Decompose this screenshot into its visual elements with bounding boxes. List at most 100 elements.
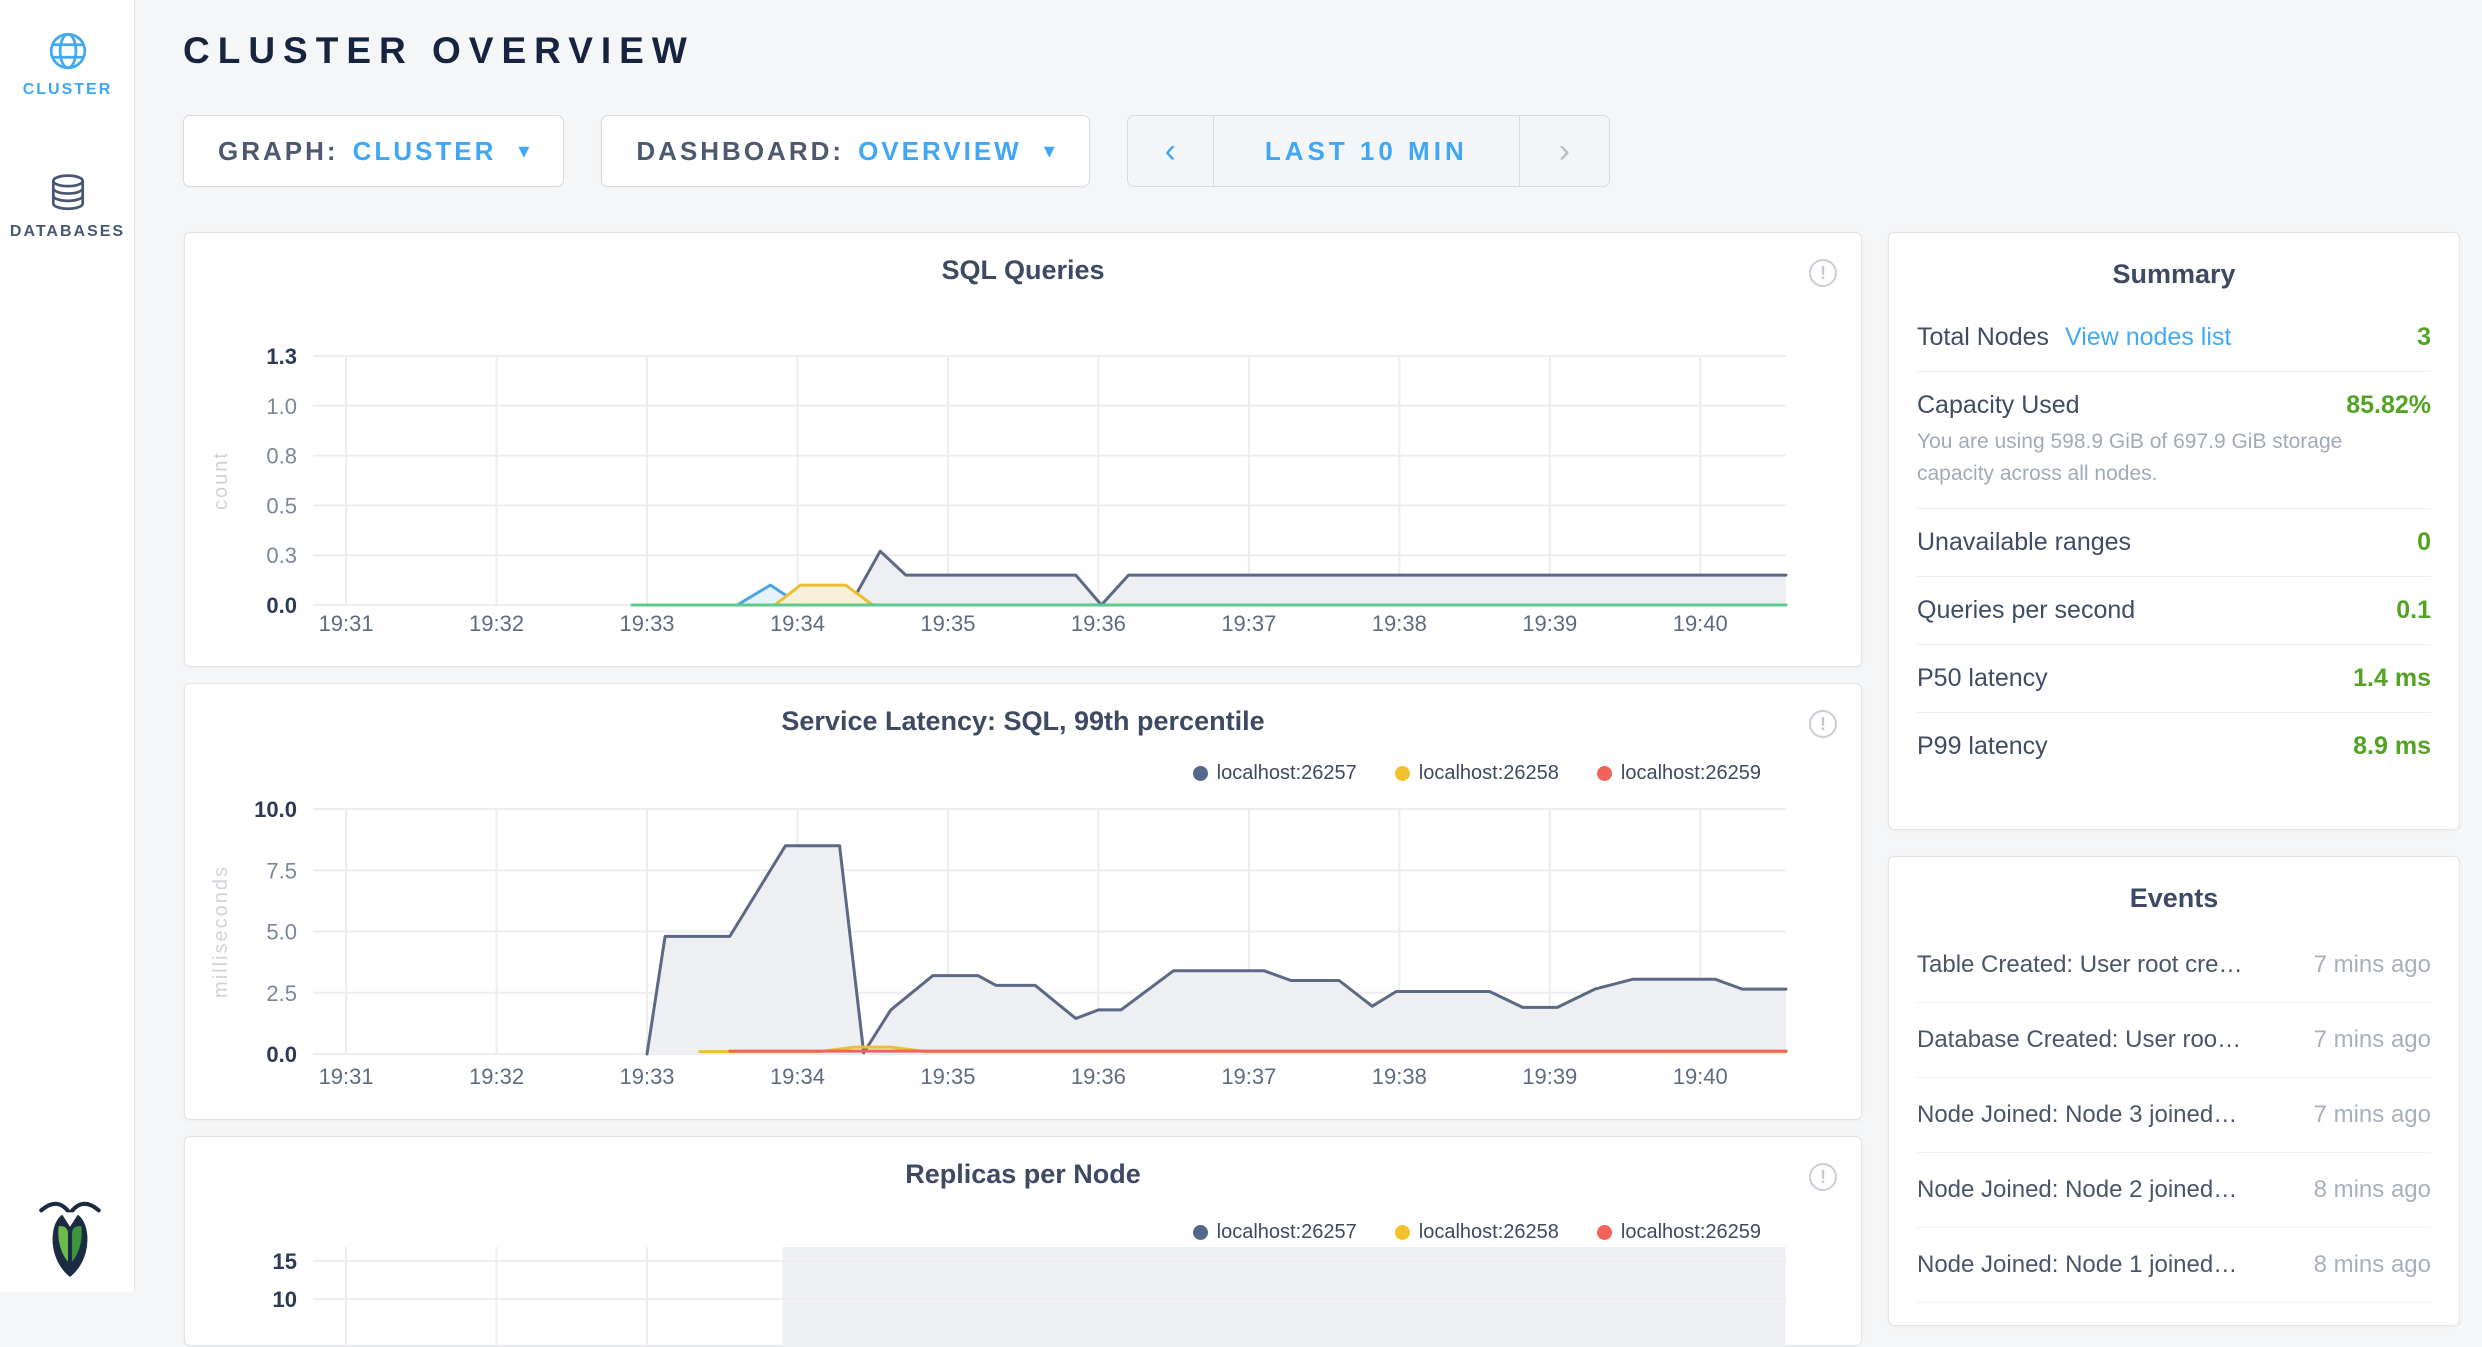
event-rows: Table Created: User root cre…7 mins agoD… [1889, 928, 2459, 1303]
summary-row-main: Capacity Used 85.82% [1917, 391, 2431, 420]
summary-row-main: Total Nodes View nodes list 3 [1917, 323, 2431, 352]
dashboard-dropdown-value: OVERVIEW [858, 136, 1022, 167]
sql-queries-card: SQL Queries ! 19:3119:3219:3319:3419:351… [184, 232, 1862, 667]
y-axis-tick-label: 0.0 [266, 593, 297, 618]
event-row[interactable]: Node Joined: Node 2 joined… 8 mins ago [1917, 1153, 2431, 1228]
y-axis-tick-label: 1.0 [266, 394, 297, 419]
summary-value: 8.9 ms [2353, 732, 2431, 761]
y-axis-tick-label: 1.3 [266, 344, 297, 369]
event-message: Table Created: User root cre… [1917, 951, 2300, 979]
y-axis-tick-label: 0.0 [266, 1042, 297, 1067]
event-row[interactable]: Node Joined: Node 3 joined…7 mins ago [1917, 1078, 2431, 1153]
summary-value: 85.82% [2346, 391, 2431, 420]
sidebar-item-label: CLUSTER [0, 81, 135, 99]
service-latency-card: Service Latency: SQL, 99th percentile ! … [184, 683, 1862, 1120]
y-axis-unit-label: milliseconds [210, 865, 232, 998]
x-axis-tick-label: 19:34 [770, 1064, 825, 1089]
summary-label: P50 latency [1917, 664, 2048, 693]
dashboard-dropdown-label: DASHBOARD: [636, 136, 844, 167]
summary-row: Queries per second 0.1 [1917, 577, 2431, 645]
y-axis-tick-label: 7.5 [266, 858, 297, 883]
summary-label: Queries per second [1917, 596, 2135, 625]
summary-value: 1.4 ms [2353, 664, 2431, 693]
y-axis-tick-label: 10.0 [254, 797, 297, 822]
x-axis-tick-label: 19:39 [1522, 1064, 1577, 1089]
events-panel: Events Table Created: User root cre…7 mi… [1888, 856, 2460, 1326]
summary-row: Capacity Used85.82%You are using 598.9 G… [1917, 372, 2431, 509]
x-axis-tick-label: 19:38 [1372, 1064, 1427, 1089]
summary-rows: Total Nodes View nodes list 3 Capacity Used… [1889, 304, 2459, 780]
summary-label: Total Nodes [1917, 323, 2049, 352]
summary-row-main: P99 latency8.9 ms [1917, 732, 2431, 761]
summary-link[interactable]: View nodes list [2065, 323, 2231, 352]
time-range-value[interactable]: LAST 10 MIN [1214, 116, 1519, 186]
event-time: 7 mins ago [2314, 1101, 2431, 1129]
time-range-prev-button[interactable]: ‹ [1128, 116, 1214, 186]
y-axis-tick-label: 10 [273, 1287, 297, 1312]
summary-label: Unavailable ranges [1917, 528, 2131, 557]
chevron-left-icon: ‹ [1165, 132, 1176, 171]
event-time: 7 mins ago [2314, 1026, 2431, 1054]
x-axis-tick-label: 19:36 [1071, 1064, 1126, 1089]
replicas-per-node-chart[interactable]: 1510 [185, 1137, 1863, 1347]
event-message: Node Joined: Node 2 joined… [1917, 1176, 2300, 1204]
event-message: Database Created: User roo… [1917, 1026, 2300, 1054]
sidebar-item-cluster[interactable]: CLUSTER [0, 30, 135, 99]
graph-dropdown-value: CLUSTER [353, 136, 497, 167]
series-area-fill [850, 551, 1786, 605]
time-range-selector: ‹ LAST 10 MIN › [1127, 115, 1610, 187]
summary-value: 0 [2417, 528, 2431, 557]
summary-value: 0.1 [2396, 596, 2431, 625]
x-axis-tick-label: 19:39 [1522, 611, 1577, 636]
graph-dropdown[interactable]: GRAPH: CLUSTER ▾ [183, 115, 564, 187]
x-axis-tick-label: 19:34 [770, 611, 825, 636]
x-axis-tick-label: 19:38 [1372, 611, 1427, 636]
x-axis-tick-label: 19:33 [619, 1064, 674, 1089]
y-axis-tick-label: 2.5 [266, 981, 297, 1006]
sql-queries-chart[interactable]: 19:31 19:32 19:33 19:34 19:35 19:36 19:37 19:38… [185, 233, 1863, 668]
sidebar: CLUSTER DATABASES [0, 0, 135, 1292]
event-row[interactable]: Table Created: User root cre…7 mins ago [1917, 928, 2431, 1003]
summary-title: Summary [1889, 233, 2459, 304]
y-axis-unit-label: count [210, 451, 232, 510]
globe-icon [47, 30, 89, 72]
sidebar-item-label: DATABASES [0, 223, 135, 241]
x-axis-tick-label: 19:35 [920, 611, 975, 636]
summary-row: P50 latency 1.4 ms [1917, 645, 2431, 713]
summary-row-main: P50 latency 1.4 ms [1917, 664, 2431, 693]
event-row[interactable]: Database Created: User roo… 7 mins ago [1917, 1003, 2431, 1078]
x-axis-tick-label: 19:32 [469, 1064, 524, 1089]
x-axis-tick-label: 19:31 [319, 611, 374, 636]
chevron-down-icon: ▾ [1044, 138, 1055, 164]
summary-label: Capacity Used [1917, 391, 2080, 420]
sidebar-item-databases[interactable]: DATABASES [0, 172, 135, 241]
chevron-right-icon: › [1559, 132, 1570, 171]
summary-row-main: Unavailable ranges 0 [1917, 528, 2431, 557]
replicas-per-node-card: Replicas per Node ! localhost:26257local… [184, 1136, 1862, 1346]
summary-row-main: Queries per second 0.1 [1917, 596, 2431, 625]
x-axis-tick-label: 19:37 [1221, 1064, 1276, 1089]
y-axis-tick-label: 5.0 [266, 920, 297, 945]
cockroach-logo-icon [38, 1196, 102, 1278]
service-latency-chart[interactable]: 19:3119:3219:3319:3419:3519:3619:3719:38… [185, 684, 1863, 1121]
summary-row: Total Nodes View nodes list 3 [1917, 304, 2431, 372]
graph-dropdown-label: GRAPH: [218, 136, 339, 167]
page-title: CLUSTER OVERVIEW [183, 30, 695, 72]
time-range-next-button[interactable]: › [1519, 116, 1609, 186]
dashboard-dropdown[interactable]: DASHBOARD: OVERVIEW ▾ [601, 115, 1089, 187]
x-axis-tick-label: 19:32 [469, 611, 524, 636]
x-axis-tick-label: 19:33 [619, 611, 674, 636]
summary-value: 3 [2417, 323, 2431, 352]
summary-row: Unavailable ranges 0 [1917, 509, 2431, 577]
x-axis-tick-label: 19:37 [1221, 611, 1276, 636]
event-time: 8 mins ago [2314, 1176, 2431, 1204]
x-axis-tick-label: 19:31 [319, 1064, 374, 1089]
event-time: 8 mins ago [2314, 1251, 2431, 1279]
x-axis-tick-label: 19:36 [1071, 611, 1126, 636]
y-axis-tick-label: 0.3 [266, 543, 297, 568]
y-axis-tick-label: 0.8 [266, 444, 297, 469]
x-axis-tick-label: 19:40 [1673, 1064, 1728, 1089]
x-axis-tick-label: 19:40 [1673, 611, 1728, 636]
y-axis-tick-label: 0.5 [266, 493, 297, 518]
series-area-fill [647, 846, 1786, 1054]
